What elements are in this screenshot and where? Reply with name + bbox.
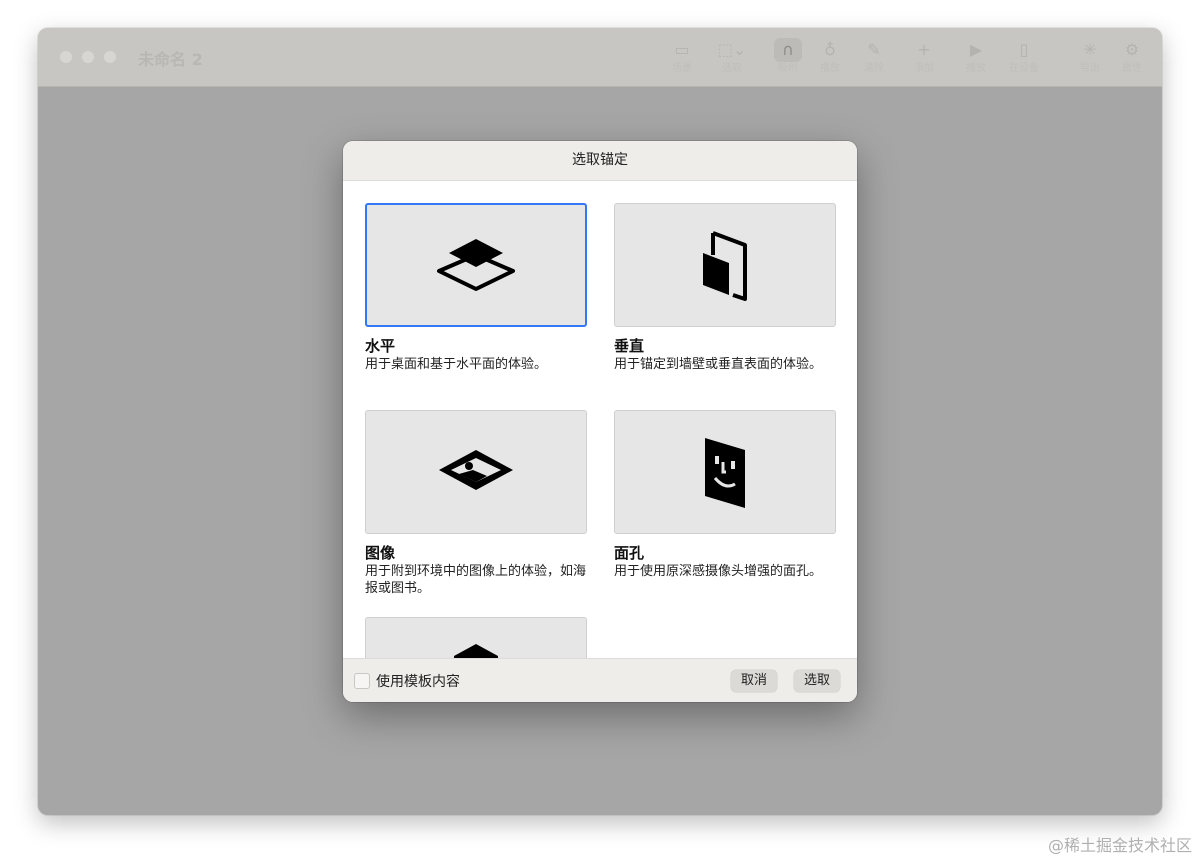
toolbar-device-button[interactable]: ▯ 在设备 xyxy=(1002,38,1046,82)
option-description: 用于锚定到墙壁或垂直表面的体验。 xyxy=(614,357,823,372)
toolbar-add-button[interactable]: + 添加 xyxy=(902,38,946,82)
template-checkbox-label: 使用模板内容 xyxy=(376,674,460,690)
template-checkbox[interactable] xyxy=(354,673,370,689)
vertical-plane-icon xyxy=(703,231,747,301)
anchor-dialog: 选取锚定 水平 用于桌面和基于水平面的体验。 垂直 用于锚定到墙壁或垂直表面的体… xyxy=(343,141,857,702)
option-description: 用于附到环境中的图像上的体验，如海报或图书。 xyxy=(365,564,587,596)
option-title: 面孔 xyxy=(614,544,645,562)
spinner-icon: ✳ xyxy=(1083,40,1097,59)
anchor-option-object[interactable] xyxy=(365,617,587,659)
anchor-option-vertical[interactable]: 垂直 用于锚定到墙壁或垂直表面的体验。 xyxy=(614,203,836,373)
object-anchor-icon xyxy=(454,644,498,659)
sidebar-icon: ▭ xyxy=(674,40,690,59)
image-anchor-icon xyxy=(439,450,513,490)
drop-icon: ♁ xyxy=(824,40,836,59)
toolbar-snap-button[interactable]: ∩ 吸附 xyxy=(766,38,810,82)
window-title: 未命名 2 xyxy=(138,50,203,69)
toolbar-select-button[interactable]: ⬚⌄ 选取 xyxy=(710,38,754,82)
watermark: @稀土掘金技术社区 xyxy=(1047,836,1192,855)
dialog-footer: 使用模板内容 取消 选取 xyxy=(343,658,857,702)
image-tile[interactable] xyxy=(365,410,587,534)
dialog-title: 选取锚定 xyxy=(343,141,857,181)
phone-icon: ▯ xyxy=(1019,40,1029,59)
vertical-tile[interactable] xyxy=(614,203,836,327)
option-description: 用于使用原深感摄像头增强的面孔。 xyxy=(614,564,823,579)
anchor-option-image[interactable]: 图像 用于附到环境中的图像上的体验，如海报或图书。 xyxy=(365,410,587,597)
option-title: 水平 xyxy=(365,337,396,355)
toolbar-play-drop-button[interactable]: ♁ 播放 xyxy=(808,38,852,82)
gear-icon: ⚙ xyxy=(1124,40,1140,59)
title-bar: 未命名 2 ▭ 场景 ⬚⌄ 选取 ∩ 吸附 ♁ 播放 ✎ 清除 + 添加 ▶ 播… xyxy=(38,28,1162,87)
face-anchor-icon xyxy=(705,438,745,508)
anchor-option-face[interactable]: 面孔 用于使用原深感摄像头增强的面孔。 xyxy=(614,410,836,580)
horizontal-plane-icon xyxy=(437,239,515,291)
face-tile[interactable] xyxy=(614,410,836,534)
toolbar-play-button[interactable]: ▶ 播放 xyxy=(954,38,998,82)
close-window-button[interactable] xyxy=(60,51,72,63)
option-description: 用于桌面和基于水平面的体验。 xyxy=(365,357,548,372)
toolbar-export-button[interactable]: ✳ 导出 xyxy=(1068,38,1112,82)
anchor-option-horizontal[interactable]: 水平 用于桌面和基于水平面的体验。 xyxy=(365,203,587,373)
option-title: 图像 xyxy=(365,544,396,562)
toolbar-properties-button[interactable]: ⚙ 属性 xyxy=(1110,38,1154,82)
magnet-icon: ∩ xyxy=(774,38,802,62)
cancel-button[interactable]: 取消 xyxy=(731,670,778,692)
zoom-window-button[interactable] xyxy=(104,51,116,63)
horizontal-tile[interactable] xyxy=(365,203,587,327)
option-title: 垂直 xyxy=(614,337,645,355)
toolbar-scene-button[interactable]: ▭ 场景 xyxy=(660,38,704,82)
scene-icon: ⬚⌄ xyxy=(717,40,747,59)
brush-icon: ✎ xyxy=(867,40,881,59)
play-icon: ▶ xyxy=(969,40,983,59)
object-tile[interactable] xyxy=(365,617,587,659)
plus-icon: + xyxy=(917,40,931,59)
choose-button[interactable]: 选取 xyxy=(794,670,841,692)
toolbar-clear-button[interactable]: ✎ 清除 xyxy=(852,38,896,82)
anchor-options-list: 水平 用于桌面和基于水平面的体验。 垂直 用于锚定到墙壁或垂直表面的体验。 图像… xyxy=(343,181,857,659)
minimize-window-button[interactable] xyxy=(82,51,94,63)
